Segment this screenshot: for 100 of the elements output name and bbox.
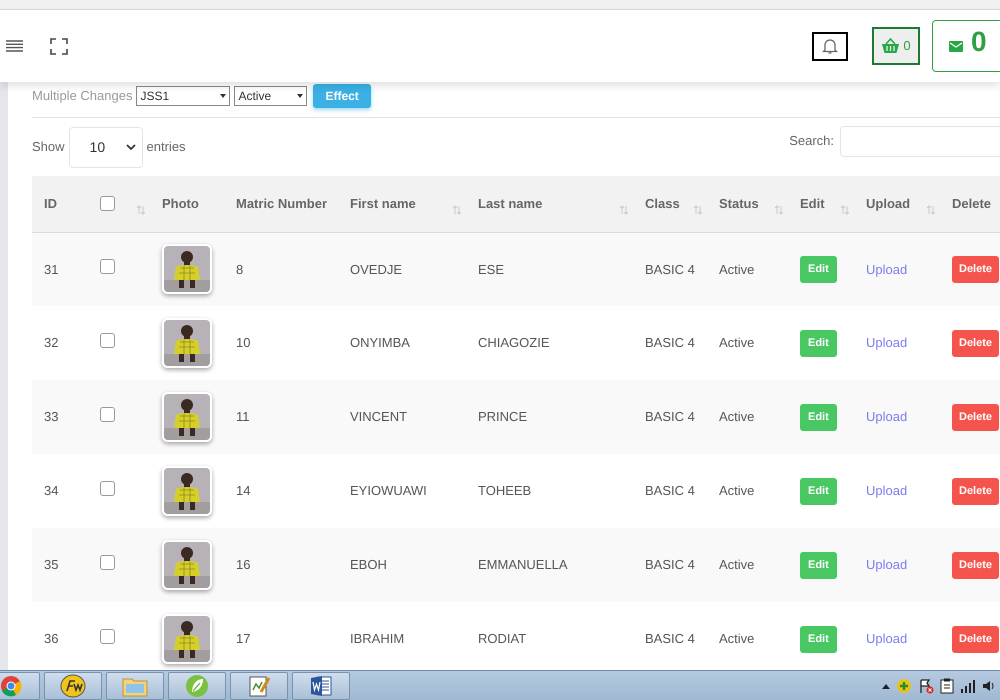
upload-link[interactable]: Upload [866,335,908,350]
first-name-cell: EYIOWUAWI [350,483,427,498]
matric-cell: 14 [236,483,250,498]
column-header[interactable]: Edit [788,176,854,232]
messages-button[interactable]: 0 [932,20,1000,72]
matric-cell: 16 [236,557,250,572]
last-name-cell: PRINCE [478,409,528,424]
status-cell: Active [719,335,754,350]
last-name-cell: TOHEEB [478,483,532,498]
id-cell: 32 [44,335,58,350]
column-header[interactable]: Upload [854,176,940,232]
clipboard-icon[interactable] [940,678,954,694]
sort-icon[interactable] [452,204,462,215]
matric-cell: 17 [236,631,250,646]
checkbox[interactable] [100,628,115,644]
last-name-cell: CHIAGOZIE [478,335,550,350]
class-cell: BASIC 4 [645,262,695,276]
column-header[interactable]: ID [32,176,88,232]
column-header[interactable]: Class [633,176,707,232]
checkbox[interactable] [100,332,115,348]
status-select[interactable]: Active [234,86,308,106]
search-label: Search: [789,132,834,150]
column-header[interactable]: Photo [150,176,224,232]
upload-link[interactable]: Upload [866,557,908,572]
upload-link[interactable]: Upload [866,631,908,646]
column-header[interactable]: Last name [466,176,633,232]
delete-button[interactable]: Delete [952,330,1000,356]
signal-icon[interactable] [960,678,976,692]
id-cell: 34 [44,483,58,498]
search-field[interactable] [840,126,1000,156]
class-select[interactable]: JSS1 [136,86,230,106]
delete-button[interactable]: Delete [952,478,1000,504]
flag-icon[interactable] [918,678,934,694]
up-arrow-icon[interactable] [882,682,890,688]
checkbox[interactable] [100,196,115,212]
id-cell: 31 [44,262,58,276]
status-cell: Active [719,262,754,276]
edit-button[interactable]: Edit [800,626,837,652]
effect-button[interactable]: Effect [313,84,371,108]
first-name-cell: IBRAHIM [350,631,404,646]
status-cell: Active [719,409,754,424]
edit-button[interactable]: Edit [800,330,837,356]
checkbox[interactable] [100,259,115,274]
class-cell: BASIC 4 [645,483,695,498]
column-header[interactable]: Matric Number [224,176,338,232]
plus-circle-icon[interactable] [896,678,912,694]
edit-button[interactable]: Edit [800,478,837,504]
upload-link[interactable]: Upload [866,262,908,276]
checkbox[interactable] [100,554,115,570]
entries-label: entries [146,138,186,156]
entries-select[interactable]: 10 [68,126,143,168]
browser-icon[interactable] [0,674,22,696]
sort-icon[interactable] [619,204,629,215]
fullscreen-icon[interactable] [50,38,68,54]
bulk-label: Multiple Changes [32,87,132,106]
taskbar-button[interactable] [292,672,350,700]
sort-icon[interactable] [926,204,936,215]
last-name-cell: EMMANUELLA [478,557,568,572]
column-header[interactable]: First name [338,176,466,232]
matric-cell: 11 [236,409,250,424]
edit-button[interactable]: Edit [800,552,837,578]
cart-button[interactable]: 0 [872,27,920,65]
taskbar-button[interactable] [44,672,102,700]
matric-cell: 8 [236,262,244,276]
upload-link[interactable]: Upload [866,409,908,424]
notepad-icon[interactable] [247,674,271,698]
id-cell: 36 [44,631,58,646]
sort-icon[interactable] [136,204,146,215]
column-header[interactable]: Status [707,176,788,232]
document-icon[interactable] [309,674,333,698]
checkbox[interactable] [100,406,115,422]
delete-button[interactable]: Delete [952,404,1000,430]
sort-icon[interactable] [693,204,703,215]
matric-cell: 10 [236,335,250,350]
envelope-icon [949,40,963,52]
menu-icon[interactable] [6,40,23,52]
id-cell: 35 [44,557,58,572]
speaker-icon[interactable] [982,678,996,692]
first-name-cell: OVEDJE [350,262,402,276]
upload-link[interactable]: Upload [866,483,908,498]
notifications-button[interactable] [812,32,848,60]
edit-button[interactable]: Edit [800,404,837,430]
checkbox[interactable] [100,480,115,496]
first-name-cell: VINCENT [350,409,408,424]
status-cell: Active [719,631,754,646]
show-label: Show [32,138,65,156]
sort-icon[interactable] [774,204,784,215]
last-name-cell: ESE [478,262,504,276]
status-cell: Active [719,557,754,572]
edit-button[interactable]: Edit [800,256,837,283]
app-icon[interactable] [60,674,86,698]
sort-icon[interactable] [840,204,850,215]
first-name-cell: ONYIMBA [350,335,410,350]
last-name-cell: RODIAT [478,631,526,646]
delete-button[interactable]: Delete [952,256,1000,283]
taskbar-button[interactable] [230,672,288,700]
delete-button[interactable]: Delete [952,552,1000,578]
delete-button[interactable]: Delete [952,626,1000,652]
column-header[interactable]: Delete [940,176,1000,232]
class-cell: BASIC 4 [645,409,695,424]
